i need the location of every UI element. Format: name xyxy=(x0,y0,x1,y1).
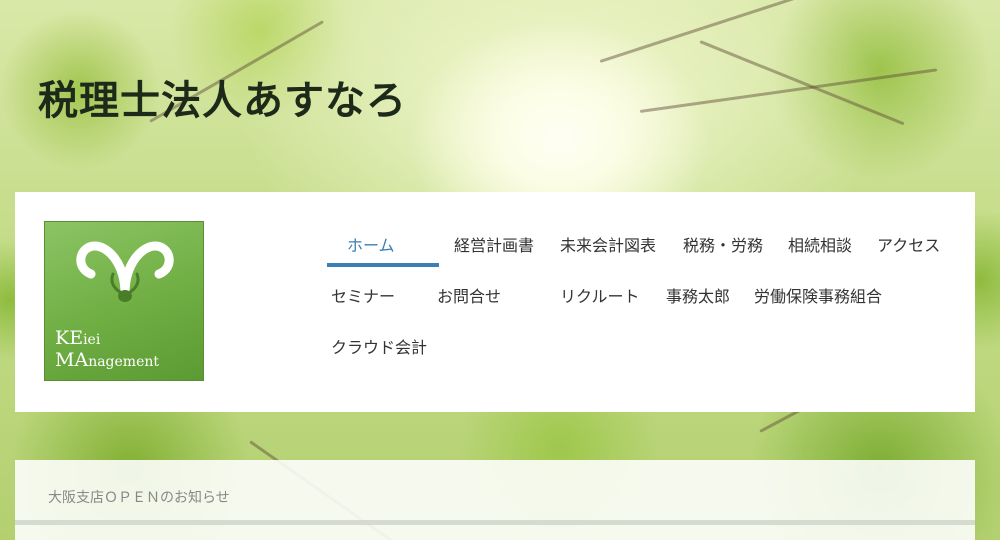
nav-item-access[interactable]: アクセス xyxy=(877,232,940,256)
nav-item-labor-insurance[interactable]: 労働保険事務組合 xyxy=(754,283,882,307)
nav-item-cloud-accounting[interactable]: クラウド会計 xyxy=(331,334,427,358)
news-link[interactable]: 大阪支店ＯＰＥＮのお知らせ xyxy=(48,487,230,507)
nav-item-contact[interactable]: お問合せ xyxy=(437,283,501,307)
content-panel: 大阪支店ＯＰＥＮのお知らせ xyxy=(15,460,975,540)
nav-item-home[interactable]: ホーム xyxy=(347,232,395,256)
nav-item-tax-labor[interactable]: 税務・労務 xyxy=(683,232,763,256)
active-tab-indicator xyxy=(327,263,439,267)
content-divider xyxy=(15,520,975,525)
nav-item-future-accounting[interactable]: 未来会計図表 xyxy=(560,232,656,256)
nav-item-inheritance[interactable]: 相続相談 xyxy=(788,232,852,256)
company-logo[interactable]: KEiei MAnagement xyxy=(44,221,204,381)
nav-item-business-plan[interactable]: 経営計画書 xyxy=(454,232,534,256)
site-title[interactable]: 税理士法人あすなろ xyxy=(38,68,407,126)
nav-item-seminar[interactable]: セミナー xyxy=(331,283,395,307)
nav-item-jimu-taro[interactable]: 事務太郎 xyxy=(666,283,730,307)
header-panel: KEiei MAnagement ホーム 経営計画書 未来会計図表 税務・労務 … xyxy=(15,192,975,412)
nav-item-recruit[interactable]: リクルート xyxy=(560,283,640,307)
logo-text-line1: KEiei xyxy=(55,327,101,349)
logo-text-line2: MAnagement xyxy=(55,349,160,371)
